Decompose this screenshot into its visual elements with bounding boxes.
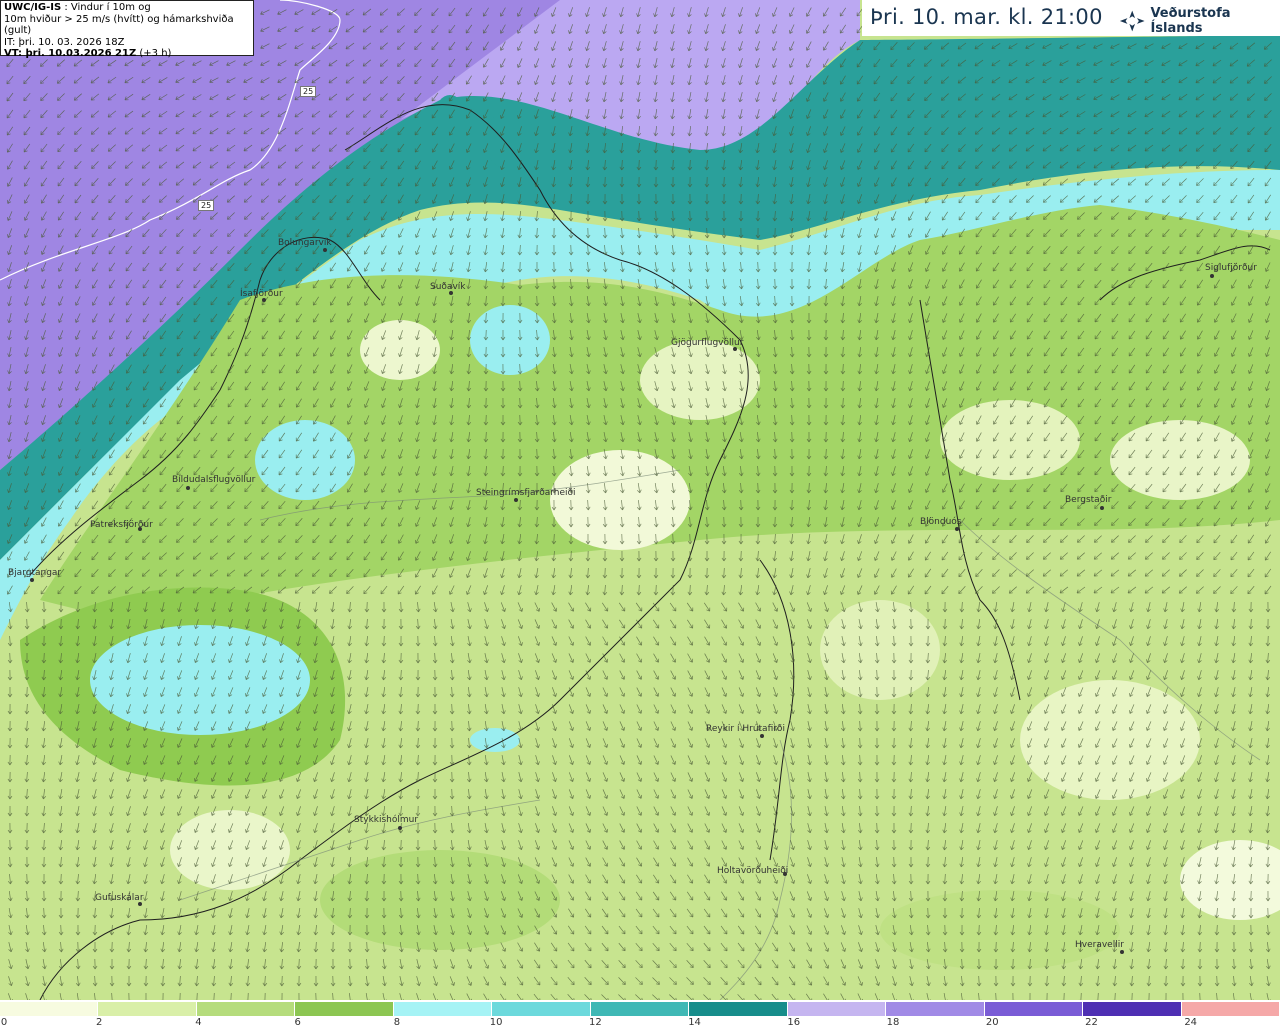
- place-dot: [760, 734, 764, 738]
- legend-tick-label: 8: [393, 1017, 401, 1028]
- header-bar: Þri. 10. mar. kl. 21:00 Veðurstofa Íslan…: [862, 0, 1280, 36]
- legend-swatch: [787, 1002, 887, 1016]
- place-label: Ísafjörður: [240, 289, 283, 299]
- place-label: Suðavík: [430, 282, 466, 292]
- legend-swatch: [984, 1002, 1084, 1016]
- place-dot: [733, 347, 737, 351]
- place-label: Stykkishólmur: [354, 815, 419, 825]
- place-dot: [1210, 274, 1214, 278]
- info-line1: : Vindur í 10m og: [61, 2, 151, 13]
- place-label: Holtavörðuheiði: [717, 866, 789, 876]
- legend-tick-label: 22: [1085, 1017, 1098, 1028]
- place-dot: [955, 527, 959, 531]
- place-label: Bjargtangar: [8, 568, 62, 578]
- legend-tick-label: 4: [195, 1017, 202, 1028]
- wind-speed-legend: 0 2 4 6 8 10 12 14 16 18 20 22 24: [0, 1000, 1280, 1030]
- place-dot: [138, 527, 142, 531]
- vedurstofa-logo-icon: [1119, 10, 1145, 32]
- brand-link[interactable]: Veðurstofa Íslands: [1118, 6, 1280, 36]
- info-line2: 10m hviður > 25 m/s (hvítt) og hámarkshv…: [4, 13, 234, 37]
- place-dot: [1100, 506, 1104, 510]
- legend-tick-label: 14: [688, 1017, 701, 1028]
- legend-tick-label: 6: [294, 1017, 301, 1028]
- legend-swatch: [295, 1002, 394, 1016]
- legend-swatch: [196, 1002, 296, 1016]
- contour-label: 25: [198, 200, 215, 211]
- legend-tick-label: 12: [588, 1017, 602, 1028]
- place-label: Patreksfjörður: [90, 520, 153, 530]
- legend-swatches: [0, 1002, 1280, 1016]
- place-label: Reykir í Hrútafirði: [706, 724, 785, 734]
- place-label: Bergstaðir: [1065, 495, 1112, 505]
- place-label: Bíldudalsflugvöllur: [172, 475, 256, 485]
- legend-swatch: [1181, 1002, 1280, 1016]
- legend-tick-label: 0: [0, 1017, 8, 1028]
- contour-label: 25: [300, 86, 317, 97]
- place-label: Gjögurflugvöllur: [671, 338, 744, 348]
- legend-swatch: [1083, 1002, 1182, 1016]
- place-label: Bolungarvík: [278, 238, 332, 248]
- place-dot: [30, 578, 34, 582]
- place-dot: [138, 902, 142, 906]
- legend-swatch: [393, 1002, 493, 1016]
- forecast-datetime: Þri. 10. mar. kl. 21:00: [870, 5, 1103, 29]
- legend-swatch: [492, 1002, 591, 1016]
- place-label: Steingrímsfjarðarheiði: [476, 488, 576, 498]
- legend-tick-label: 16: [787, 1017, 801, 1028]
- place-dot: [323, 248, 327, 252]
- place-label: Gufuskálar: [95, 893, 144, 903]
- forecast-offset: (+3 h): [136, 48, 172, 59]
- place-dot: [783, 872, 787, 876]
- place-label: Blönduós: [920, 517, 962, 527]
- place-dot: [262, 298, 266, 302]
- place-dot: [514, 498, 518, 502]
- legend-swatch: [886, 1002, 985, 1016]
- legend-swatch: [98, 1002, 197, 1016]
- place-label: Hveravellir: [1075, 940, 1124, 950]
- place-dot: [186, 486, 190, 490]
- legend-swatch: [689, 1002, 788, 1016]
- place-dot: [1120, 950, 1124, 954]
- legend-tick-label: 2: [96, 1017, 103, 1028]
- legend-tick-label: 10: [489, 1017, 503, 1028]
- place-label: Siglufjörður: [1205, 263, 1257, 273]
- info-line3: IT: þri. 10. 03. 2026 18Z: [4, 36, 125, 48]
- model-name: UWC/IG-IS: [4, 2, 62, 13]
- legend-swatch: [0, 1002, 99, 1016]
- legend-tick-label: 18: [886, 1017, 900, 1028]
- legend-tick-label: 20: [985, 1017, 999, 1028]
- legend-tick-label: 24: [1184, 1017, 1198, 1028]
- legend-swatch: [590, 1002, 690, 1016]
- brand-name: Veðurstofa Íslands: [1150, 6, 1231, 36]
- place-dot: [398, 826, 402, 830]
- valid-time: VT: þri. 10.03.2026 21Z: [4, 48, 137, 59]
- place-dot: [449, 291, 453, 295]
- forecast-info-box: UWC/IG-IS : Vindur í 10m og 10m hviður >…: [0, 0, 254, 59]
